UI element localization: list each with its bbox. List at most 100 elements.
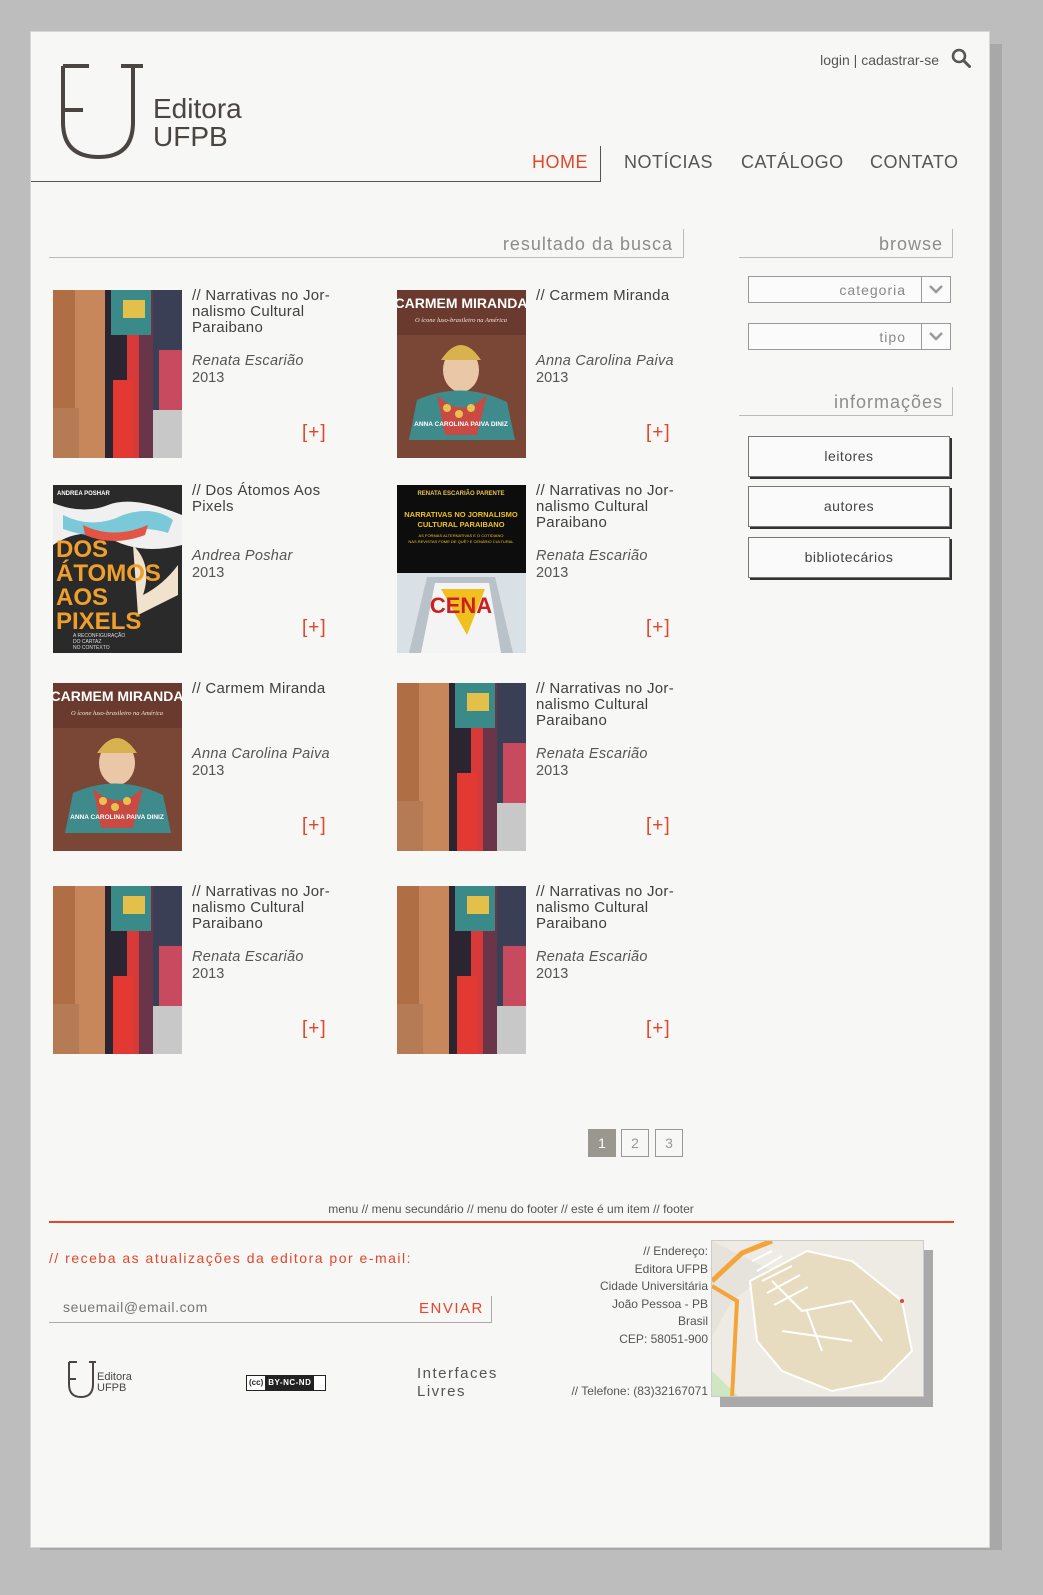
book-cover[interactable] <box>397 886 526 1054</box>
book-title[interactable]: // Narrativas no Jor-nalismo Cultural Pa… <box>536 483 686 531</box>
interfaces-livres-credit[interactable]: Interfaces Livres <box>417 1365 498 1401</box>
librarians-button-label: bibliotecários <box>804 549 894 565</box>
book-cover-image <box>53 290 182 458</box>
book-card[interactable]: // Narrativas no Jor-nalismo Cultural Pa… <box>53 884 353 1056</box>
newsletter-label: // receba as atualizações da editora por… <box>49 1250 413 1266</box>
more-details-button[interactable]: [+] <box>302 617 327 639</box>
footer-menu[interactable]: menu // menu secundário // menu do foote… <box>31 1202 991 1216</box>
more-details-button[interactable]: [+] <box>646 815 671 837</box>
type-select[interactable]: tipo <box>748 323 951 350</box>
browse-tick <box>952 229 953 258</box>
book-cover[interactable]: CARMEM MIRANDA O ícone luso-brasileiro n… <box>53 683 182 851</box>
logo-sub: UFPB <box>153 121 228 152</box>
login-link[interactable]: login <box>820 52 850 68</box>
book-cover[interactable]: CARMEM MIRANDA O ícone luso-brasileiro n… <box>397 290 526 458</box>
cover-author: ANNA CAROLINA PAIVA DINIZ <box>70 814 164 821</box>
editora-logo-icon[interactable] <box>59 62 149 162</box>
more-details-button[interactable]: [+] <box>646 617 671 639</box>
book-cover-image <box>53 886 182 1054</box>
interfaces-line: Livres <box>417 1383 467 1400</box>
search-icon[interactable] <box>951 48 971 68</box>
book-author: Anna Carolina Paiva <box>192 746 330 762</box>
book-year: 2013 <box>536 370 569 386</box>
book-cover[interactable]: RENATA ESCARIÃO PARENTE NARRATIVAS NO JO… <box>397 485 526 653</box>
book-author: Renata Escarião <box>192 949 304 965</box>
book-cover[interactable] <box>53 886 182 1054</box>
book-year: 2013 <box>536 763 569 779</box>
separator: | <box>853 52 858 68</box>
logo-text[interactable]: Editora UFPB <box>153 95 242 151</box>
footer-logo-text[interactable]: Editora UFPB <box>97 1372 132 1394</box>
book-title[interactable]: // Carmem Miranda <box>192 681 342 697</box>
book-card[interactable]: CARMEM MIRANDA O ícone luso-brasileiro n… <box>53 681 353 853</box>
nav-contato[interactable]: CONTATO <box>870 152 959 173</box>
browse-rule <box>739 257 953 258</box>
address-block: // Endereço: Editora UFPB Cidade Univers… <box>600 1243 708 1348</box>
account-links: login | cadastrar-se <box>820 52 939 68</box>
signup-link[interactable]: cadastrar-se <box>861 52 939 68</box>
category-select-value: categoria <box>839 282 906 298</box>
book-title[interactable]: // Narrativas no Jor-nalismo Cultural Pa… <box>536 884 686 932</box>
book-card[interactable]: // Narrativas no Jor-nalismo Cultural Pa… <box>397 884 697 1056</box>
more-details-button[interactable]: [+] <box>302 1018 327 1040</box>
book-title[interactable]: // Narrativas no Jor-nalismo Cultural Pa… <box>192 884 342 932</box>
header-divider <box>31 181 601 182</box>
book-cover[interactable]: ANDREA POSHAR DOS ÁTOMOS AOS PIXELS A RE… <box>53 485 182 653</box>
more-details-button[interactable]: [+] <box>302 422 327 444</box>
nav-catalogo[interactable]: CATÁLOGO <box>741 152 844 173</box>
send-button[interactable]: ENVIAR <box>419 1300 484 1317</box>
book-title[interactable]: // Dos Átomos Aos Pixels <box>192 483 342 515</box>
book-cover-image: RENATA ESCARIÃO PARENTE NARRATIVAS NO JO… <box>397 485 526 653</box>
interfaces-line: Interfaces <box>417 1365 498 1382</box>
book-card[interactable]: // Narrativas no Jor-nalismo Cultural Pa… <box>397 681 697 853</box>
page-3[interactable]: 3 <box>655 1129 683 1157</box>
cover-title: CARMEM MIRANDA <box>397 295 526 311</box>
book-author: Andrea Poshar <box>192 548 293 564</box>
page-1[interactable]: 1 <box>588 1129 616 1157</box>
book-author: Renata Escarião <box>536 746 648 762</box>
book-card[interactable]: CARMEM MIRANDA O ícone luso-brasileiro n… <box>397 288 697 460</box>
book-card[interactable]: // Narrativas no Jor-nalismo Cultural Pa… <box>53 288 353 460</box>
readers-button-label: leitores <box>824 448 874 464</box>
nav-noticias[interactable]: NOTÍCIAS <box>624 152 713 173</box>
book-card[interactable]: RENATA ESCARIÃO PARENTE NARRATIVAS NO JO… <box>397 483 697 655</box>
info-tick <box>952 387 953 416</box>
footer-logo-sub: UFPB <box>97 1382 127 1394</box>
book-title[interactable]: // Narrativas no Jor-nalismo Cultural Pa… <box>536 681 686 729</box>
results-heading-tick <box>683 229 684 258</box>
cover-author: ANDREA POSHAR <box>57 491 110 497</box>
book-cover[interactable] <box>397 683 526 851</box>
book-year: 2013 <box>192 966 225 982</box>
book-year: 2013 <box>192 370 225 386</box>
cover-magazine: CENA <box>430 593 492 618</box>
more-details-button[interactable]: [+] <box>646 1018 671 1040</box>
footer-logo-icon[interactable] <box>67 1360 97 1400</box>
more-details-button[interactable]: [+] <box>302 815 327 837</box>
cover-subtitle-line: AS FORMAS ALTERNATIVAS E O COTIDIANO <box>419 533 504 538</box>
book-author: Renata Escarião <box>536 548 648 564</box>
book-card[interactable]: ANDREA POSHAR DOS ÁTOMOS AOS PIXELS A RE… <box>53 483 353 655</box>
book-year: 2013 <box>192 565 225 581</box>
readers-button[interactable]: leitores <box>748 436 950 477</box>
cover-title-line: NARRATIVAS NO JORNALISMO <box>404 510 518 519</box>
book-year: 2013 <box>536 966 569 982</box>
book-cover-image <box>397 683 526 851</box>
book-cover[interactable] <box>53 290 182 458</box>
email-input[interactable] <box>49 1291 425 1323</box>
category-select[interactable]: categoria <box>748 276 951 303</box>
location-map[interactable] <box>711 1240 924 1397</box>
cover-author: ANNA CAROLINA PAIVA DINIZ <box>414 421 508 428</box>
cover-title: CARMEM MIRANDA <box>53 688 182 704</box>
page-2[interactable]: 2 <box>621 1129 649 1157</box>
book-title[interactable]: // Narrativas no Jor-nalismo Cultural Pa… <box>192 288 342 336</box>
book-cover-image: CARMEM MIRANDA O ícone luso-brasileiro n… <box>53 683 182 851</box>
creative-commons-badge[interactable]: (cc) BY-NC-ND <box>246 1375 326 1391</box>
authors-button[interactable]: autores <box>748 486 950 527</box>
chevron-down-icon <box>921 277 950 302</box>
nav-home[interactable]: HOME <box>532 152 588 173</box>
book-cover-image: ANDREA POSHAR DOS ÁTOMOS AOS PIXELS A RE… <box>53 485 182 653</box>
book-title[interactable]: // Carmem Miranda <box>536 288 686 304</box>
librarians-button[interactable]: bibliotecários <box>748 537 950 578</box>
more-details-button[interactable]: [+] <box>646 422 671 444</box>
browse-heading: browse <box>878 234 943 254</box>
